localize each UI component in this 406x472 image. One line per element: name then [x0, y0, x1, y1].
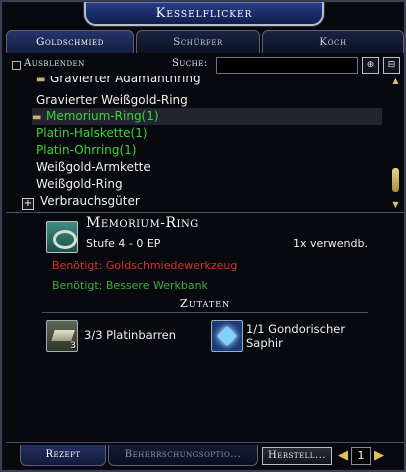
hide-label: Ausblenden	[24, 58, 85, 69]
list-item-selected[interactable]: ▬ Memorium-Ring(1)	[32, 108, 382, 125]
platinum-bar-icon[interactable]: 3	[46, 320, 78, 352]
list-item[interactable]: Platin-Halskette(1)	[36, 125, 404, 142]
tool-icon: ▬	[36, 76, 46, 85]
window-title: Kesselflicker	[155, 6, 253, 21]
list-item[interactable]: Platin-Ohrring(1)	[36, 142, 404, 159]
bottom-divider	[6, 442, 404, 443]
decrease-quantity-icon[interactable]: ◀	[336, 448, 350, 464]
bottom-bar: Rezept Beherrschungsoptio... Herstell...…	[6, 444, 404, 468]
crafting-window: Kesselflicker Goldschmied Schürfer Koch …	[0, 0, 406, 472]
requirement-met: Benötigt: Bessere Werkbank	[52, 279, 208, 292]
ingredient-label: 1/1 Gondorischer Saphir	[246, 322, 346, 350]
scroll-down-icon[interactable]: ▼	[390, 200, 401, 210]
title-plate[interactable]: Kesselflicker	[84, 2, 324, 26]
category-verbrauchsgueter[interactable]: + Verbrauchsgüter	[22, 193, 400, 210]
recipe-list: ▬ Gravierter Adamanthring Gravierter Weiß…	[6, 76, 404, 210]
collapse-all-icon[interactable]: ⊟	[383, 57, 400, 74]
tab-koch[interactable]: Koch	[262, 30, 404, 53]
profession-tabs: Goldschmied Schürfer Koch	[6, 30, 404, 54]
ring-icon[interactable]	[46, 221, 78, 253]
filter-row: Ausblenden Suche: ⊕ ⊟	[6, 54, 404, 76]
item-uses: 1x verwendb.	[292, 237, 368, 250]
divider	[6, 212, 404, 213]
increase-quantity-icon[interactable]: ▶	[372, 448, 386, 464]
tab-mastery-options[interactable]: Beherrschungsoptio...	[108, 445, 258, 466]
list-item[interactable]: Weißgold-Armkette	[36, 159, 404, 176]
item-level: Stufe 4 - 0 EP	[86, 237, 161, 250]
quantity-field[interactable]: 1	[351, 447, 371, 465]
tab-recipe[interactable]: Rezept	[20, 445, 106, 466]
search-input[interactable]	[216, 57, 358, 74]
make-button[interactable]: Herstell...	[262, 447, 332, 465]
search-label: Suche:	[172, 58, 208, 69]
item-name: Memorium-Ring	[86, 215, 199, 231]
quantity-badge: 3	[70, 341, 76, 351]
scroll-up-icon[interactable]: ▲	[390, 76, 401, 86]
expand-plus-icon[interactable]: +	[22, 198, 34, 210]
tab-schuerfer[interactable]: Schürfer	[136, 30, 260, 53]
sapphire-icon[interactable]	[211, 320, 243, 352]
ingredient-label: 3/3 Platinbarren	[84, 328, 177, 342]
list-item[interactable]: ▬ Gravierter Adamanthring	[36, 76, 404, 87]
scroll-thumb[interactable]	[392, 168, 399, 192]
expand-all-icon[interactable]: ⊕	[362, 57, 379, 74]
requirement-missing: Benötigt: Goldschmiedewerkzeug	[52, 259, 238, 272]
ingredients-header: Zutaten	[179, 296, 231, 310]
tool-icon: ▬	[32, 112, 42, 123]
list-item[interactable]: Gravierter Weißgold-Ring	[36, 92, 404, 109]
list-scrollbar[interactable]: ▲ ▼	[390, 76, 401, 210]
tab-goldschmied[interactable]: Goldschmied	[6, 30, 134, 53]
hide-checkbox[interactable]	[12, 61, 21, 70]
ingredients-divider	[42, 312, 368, 313]
list-item[interactable]: Weißgold-Ring	[36, 176, 404, 193]
